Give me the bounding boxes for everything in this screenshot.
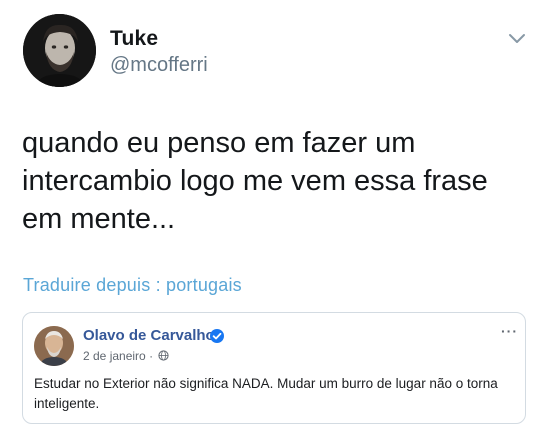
user-avatar-image <box>23 14 96 87</box>
quoted-avatar-image <box>34 326 74 366</box>
tweet-text-line: em mente... <box>22 203 176 235</box>
tweet-text-line: quando eu penso em fazer um <box>22 127 416 159</box>
quoted-post-date[interactable]: 2 de janeiro <box>83 349 146 363</box>
quoted-author-name[interactable]: Olavo de Carvalho <box>83 327 215 344</box>
quoted-post-text: Estudar no Exterior não significa NADA. … <box>34 376 498 411</box>
verified-badge-icon <box>209 328 225 344</box>
tweet-text: quando eu penso em fazer um intercambio … <box>22 124 502 238</box>
tweet-text-line: intercambio logo me vem essa frase <box>22 165 488 197</box>
translate-link[interactable]: Traduire depuis : portugais <box>23 275 242 296</box>
author-display-name[interactable]: Tuke <box>110 27 158 51</box>
quoted-post-card[interactable]: Olavo de Carvalho 2 de janeiro · ··· Est… <box>22 312 526 424</box>
quoted-post-meta: 2 de janeiro · <box>83 349 170 363</box>
meta-separator: · <box>149 349 154 363</box>
author-handle[interactable]: @mcofferri <box>110 54 208 77</box>
more-options-icon[interactable]: ··· <box>501 323 518 339</box>
author-avatar[interactable] <box>23 14 96 87</box>
globe-icon <box>158 350 170 361</box>
chevron-down-icon[interactable] <box>506 30 528 48</box>
tweet-card: Tuke @mcofferri quando eu penso em fazer… <box>0 0 540 436</box>
quoted-author-avatar[interactable] <box>34 326 74 366</box>
